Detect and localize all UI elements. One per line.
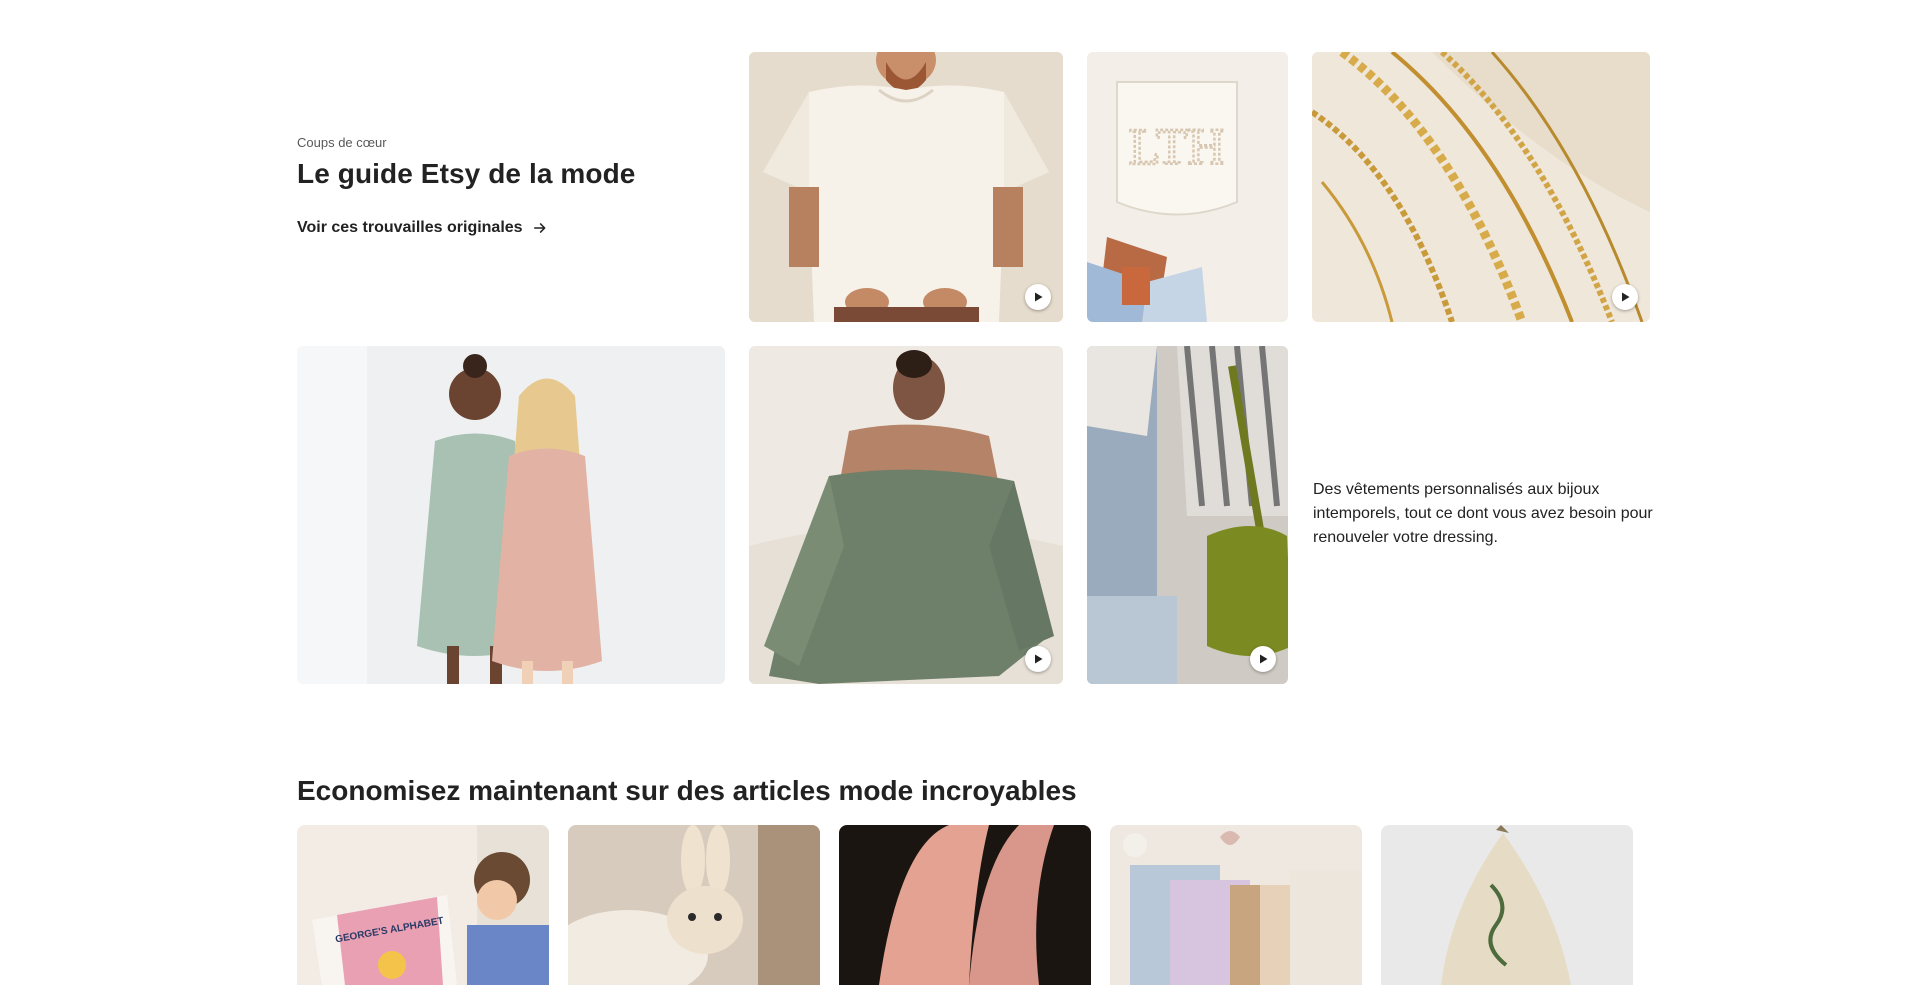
olive-bag-image <box>1087 346 1288 684</box>
felt-hat-image <box>1381 825 1633 985</box>
green-blouse-image <box>749 346 1063 684</box>
discover-link-label: Voir ces trouvailles originales <box>297 219 523 236</box>
deal-card-ring[interactable] <box>839 825 1091 985</box>
play-icon <box>1260 654 1268 664</box>
pocket-monogram: LTH <box>1129 119 1225 176</box>
play-icon <box>1035 654 1043 664</box>
deal-card-crochet-bunny[interactable] <box>568 825 820 985</box>
tile-linen-shirt[interactable] <box>749 52 1063 322</box>
ring-hand-image <box>839 825 1091 985</box>
play-icon <box>1035 292 1043 302</box>
tile-kids-dresses[interactable] <box>297 346 725 684</box>
tile-green-blouse[interactable] <box>749 346 1063 684</box>
deal-card-craft-supplies[interactable] <box>1110 825 1362 985</box>
arrow-right-icon <box>533 223 546 233</box>
discover-link[interactable]: Voir ces trouvailles originales <box>297 219 547 237</box>
play-button[interactable] <box>1612 284 1638 310</box>
crochet-bunny-image <box>568 825 820 985</box>
section-heading: Le guide Etsy de la mode <box>297 158 636 189</box>
kids-dresses-image <box>297 346 725 684</box>
play-icon <box>1622 292 1630 302</box>
tile-olive-bag[interactable] <box>1087 346 1288 684</box>
play-button[interactable] <box>1025 646 1051 672</box>
deal-card-felt-hat[interactable] <box>1381 825 1633 985</box>
tile-embroidered-pocket[interactable]: LTH <box>1087 52 1288 322</box>
craft-supplies-image <box>1110 825 1362 985</box>
editors-picks-section: Coups de cœur Le guide Etsy de la mode V… <box>0 0 1920 700</box>
play-button[interactable] <box>1250 646 1276 672</box>
alphabet-book-image: GEORGE'S ALPHABET <box>297 825 549 985</box>
section-eyebrow: Coups de cœur <box>297 135 387 150</box>
gold-chains-image <box>1312 52 1650 322</box>
tile-gold-chains[interactable] <box>1312 52 1650 322</box>
play-button[interactable] <box>1025 284 1051 310</box>
section-description: Des vêtements personnalisés aux bijoux i… <box>1313 481 1653 546</box>
embroidered-pocket-image: LTH <box>1087 52 1288 322</box>
deal-card-alphabet-book[interactable]: GEORGE'S ALPHABET <box>297 825 549 985</box>
linen-shirt-image <box>749 52 1063 322</box>
deals-heading: Economisez maintenant sur des articles m… <box>297 775 1077 806</box>
